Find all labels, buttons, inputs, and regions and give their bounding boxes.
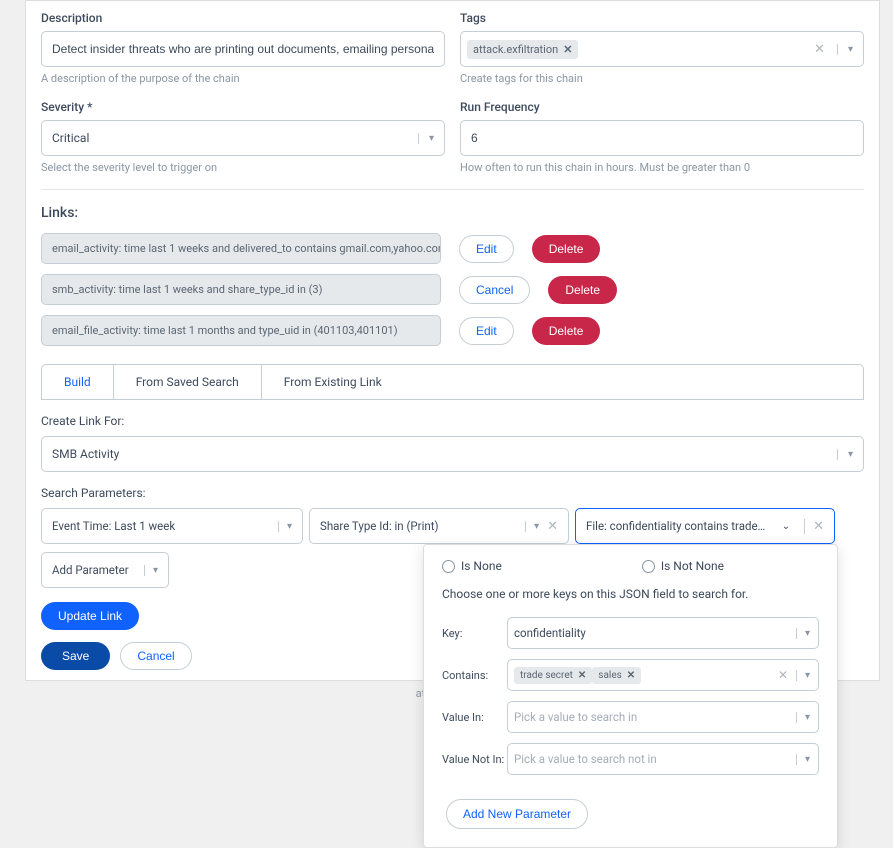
add-new-parameter-button[interactable]: Add New Parameter [446,799,588,829]
link-row: email_file_activity: time last 1 months … [41,315,864,346]
tab-from-existing[interactable]: From Existing Link [262,365,404,399]
chevron-down-icon[interactable]: ▾ [796,712,810,723]
search-parameters-label: Search Parameters: [41,486,864,500]
save-button[interactable]: Save [41,642,110,670]
tag-chip-label: attack.exfiltration [473,43,558,56]
edit-button[interactable]: Edit [459,317,514,345]
radio-icon [442,560,455,573]
radio-is-none[interactable]: Is None [442,559,502,573]
run-frequency-input[interactable] [460,120,864,156]
chevron-down-icon[interactable]: ▾ [837,449,853,460]
key-select[interactable]: confidentiality ▾ [507,617,819,649]
links-title: Links: [41,205,864,221]
cancel-button[interactable]: Cancel [459,276,530,304]
link-box: email_activity: time last 1 weeks and de… [41,233,441,264]
chevron-down-icon[interactable]: ▾ [796,670,810,681]
severity-select[interactable]: Critical ▾ [41,120,445,156]
radio-is-not-none[interactable]: Is Not None [642,559,724,573]
add-parameter-select[interactable]: Add Parameter ▾ [41,552,169,588]
chip-label: sales [598,670,622,681]
radio-label: Is Not None [661,559,724,573]
severity-value: Critical [52,131,89,145]
tags-input[interactable]: attack.exfiltration ✕ ✕ ▾ [460,31,864,67]
chevron-down-icon[interactable]: ▾ [796,754,810,765]
value-not-in-select[interactable]: Pick a value to search not in ▾ [507,743,819,775]
chevron-down-icon[interactable]: ▾ [418,133,434,144]
clear-icon[interactable]: ✕ [547,519,558,534]
param-event-time[interactable]: Event Time: Last 1 week ▾ [41,508,303,544]
param-text: File: confidentiality contains trade… [586,519,765,533]
chevron-down-icon[interactable]: ▾ [278,521,292,532]
divider [41,189,864,190]
tags-help: Create tags for this chain [460,72,864,85]
key-value: confidentiality [514,626,586,640]
delete-button[interactable]: Delete [548,276,617,304]
contains-chip[interactable]: sales ✕ [592,667,641,684]
value-in-placeholder: Pick a value to search in [514,710,637,724]
chevron-down-icon[interactable]: ⌄ [782,521,796,532]
chip-label: trade secret [520,670,573,681]
value-in-select[interactable]: Pick a value to search in ▾ [507,701,819,733]
param-text: Share Type Id: in (Print) [320,519,439,533]
description-help: A description of the purpose of the chai… [41,72,445,85]
chip-remove-icon[interactable]: ✕ [627,670,635,681]
tag-remove-icon[interactable]: ✕ [563,43,572,56]
run-frequency-help: How often to run this chain in hours. Mu… [460,161,864,174]
clear-icon[interactable]: ✕ [804,519,824,534]
delete-button[interactable]: Delete [532,317,601,345]
value-not-in-label: Value Not In: [442,753,507,766]
delete-button[interactable]: Delete [532,235,601,263]
tag-chip[interactable]: attack.exfiltration ✕ [467,40,578,59]
tab-from-saved[interactable]: From Saved Search [114,365,262,399]
tab-build[interactable]: Build [42,365,114,399]
add-parameter-text: Add Parameter [52,563,129,577]
link-row: email_activity: time last 1 weeks and de… [41,233,864,264]
contains-chip[interactable]: trade secret ✕ [514,667,592,684]
severity-help: Select the severity level to trigger on [41,161,445,174]
clear-icon[interactable]: ✕ [778,668,788,682]
cancel-button[interactable]: Cancel [120,642,191,670]
chevron-down-icon[interactable]: ▾ [525,521,539,532]
radio-label: Is None [461,559,502,573]
link-box: smb_activity: time last 1 weeks and shar… [41,274,441,305]
description-input[interactable] [41,31,445,67]
key-label: Key: [442,627,507,640]
create-link-for-select[interactable]: SMB Activity ▾ [41,436,864,472]
chevron-down-icon[interactable]: ▾ [837,44,853,55]
contains-select[interactable]: trade secret ✕ sales ✕ ✕ ▾ [507,659,819,691]
tabs: Build From Saved Search From Existing Li… [41,364,864,400]
update-link-button[interactable]: Update Link [41,602,139,630]
param-config-popup: Is None Is Not None Choose one or more k… [423,544,838,848]
create-link-for-value: SMB Activity [52,447,119,461]
chevron-down-icon[interactable]: ▾ [796,628,810,639]
run-frequency-label: Run Frequency [460,100,864,114]
link-row: smb_activity: time last 1 weeks and shar… [41,274,864,305]
value-not-in-placeholder: Pick a value to search not in [514,752,657,766]
contains-label: Contains: [442,669,507,682]
severity-label: Severity * [41,100,445,114]
radio-icon [642,560,655,573]
link-box: email_file_activity: time last 1 months … [41,315,441,346]
chevron-down-icon[interactable]: ▾ [144,565,158,576]
param-file[interactable]: File: confidentiality contains trade… ⌄ … [575,508,835,544]
value-in-label: Value In: [442,711,507,724]
tags-clear-icon[interactable]: ✕ [814,42,825,57]
chip-remove-icon[interactable]: ✕ [578,670,586,681]
popup-instruction: Choose one or more keys on this JSON fie… [442,587,819,601]
create-link-for-label: Create Link For: [41,414,864,428]
param-text: Event Time: Last 1 week [52,519,175,533]
tags-label: Tags [460,11,864,25]
param-share-type[interactable]: Share Type Id: in (Print) ▾ ✕ [309,508,569,544]
edit-button[interactable]: Edit [459,235,514,263]
description-label: Description [41,11,445,25]
